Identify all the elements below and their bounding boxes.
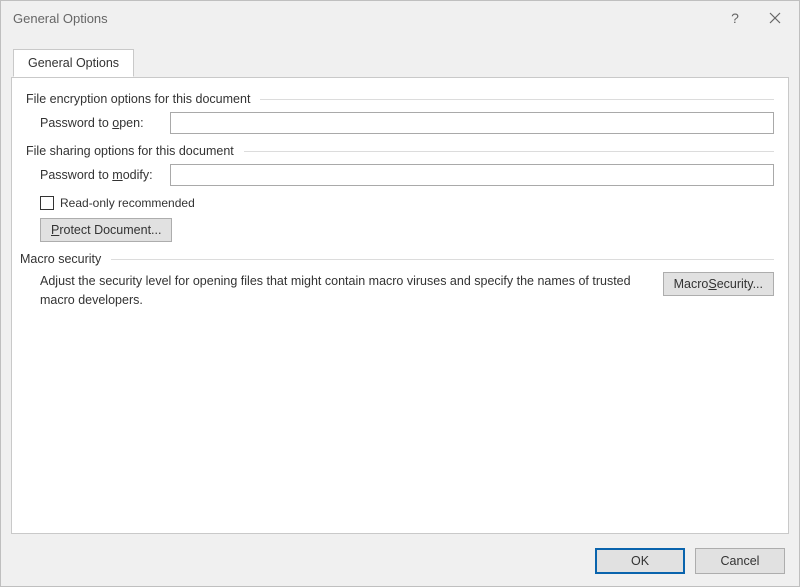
tab-panel: File encryption options for this documen… xyxy=(11,77,789,534)
divider xyxy=(244,151,774,152)
titlebar: General Options ? xyxy=(1,1,799,35)
help-icon[interactable]: ? xyxy=(715,4,755,32)
general-options-dialog: General Options ? General Options File e… xyxy=(0,0,800,587)
macro-security-description: Adjust the security level for opening fi… xyxy=(40,272,663,310)
protect-document-button[interactable]: Protect Document... xyxy=(40,218,172,242)
group-title-file-sharing: File sharing options for this document xyxy=(26,144,240,158)
row-password-modify: Password to modify: xyxy=(40,164,774,186)
password-modify-field[interactable] xyxy=(170,164,774,186)
group-file-encryption: File encryption options for this documen… xyxy=(26,92,774,106)
group-title-file-encryption: File encryption options for this documen… xyxy=(26,92,256,106)
divider xyxy=(260,99,774,100)
ok-button[interactable]: OK xyxy=(595,548,685,574)
group-title-macro-security: Macro security xyxy=(20,252,107,266)
dialog-footer: OK Cancel xyxy=(595,548,785,574)
window-title: General Options xyxy=(13,11,108,26)
label-password-modify: Password to modify: xyxy=(40,168,170,182)
group-macro-security: Macro security xyxy=(20,252,774,266)
row-password-open: Password to open: xyxy=(40,112,774,134)
label-password-open: Password to open: xyxy=(40,116,170,130)
row-readonly-recommended[interactable]: Read-only recommended xyxy=(40,196,774,210)
close-icon[interactable] xyxy=(755,4,795,32)
macro-security-button[interactable]: Macro Security... xyxy=(663,272,774,296)
readonly-label: Read-only recommended xyxy=(60,196,195,210)
client-area: General Options File encryption options … xyxy=(1,35,799,586)
tab-general-options[interactable]: General Options xyxy=(13,49,134,77)
tab-header: General Options xyxy=(13,49,134,77)
cancel-button[interactable]: Cancel xyxy=(695,548,785,574)
readonly-checkbox[interactable] xyxy=(40,196,54,210)
divider xyxy=(111,259,774,260)
group-file-sharing: File sharing options for this document xyxy=(26,144,774,158)
password-open-field[interactable] xyxy=(170,112,774,134)
